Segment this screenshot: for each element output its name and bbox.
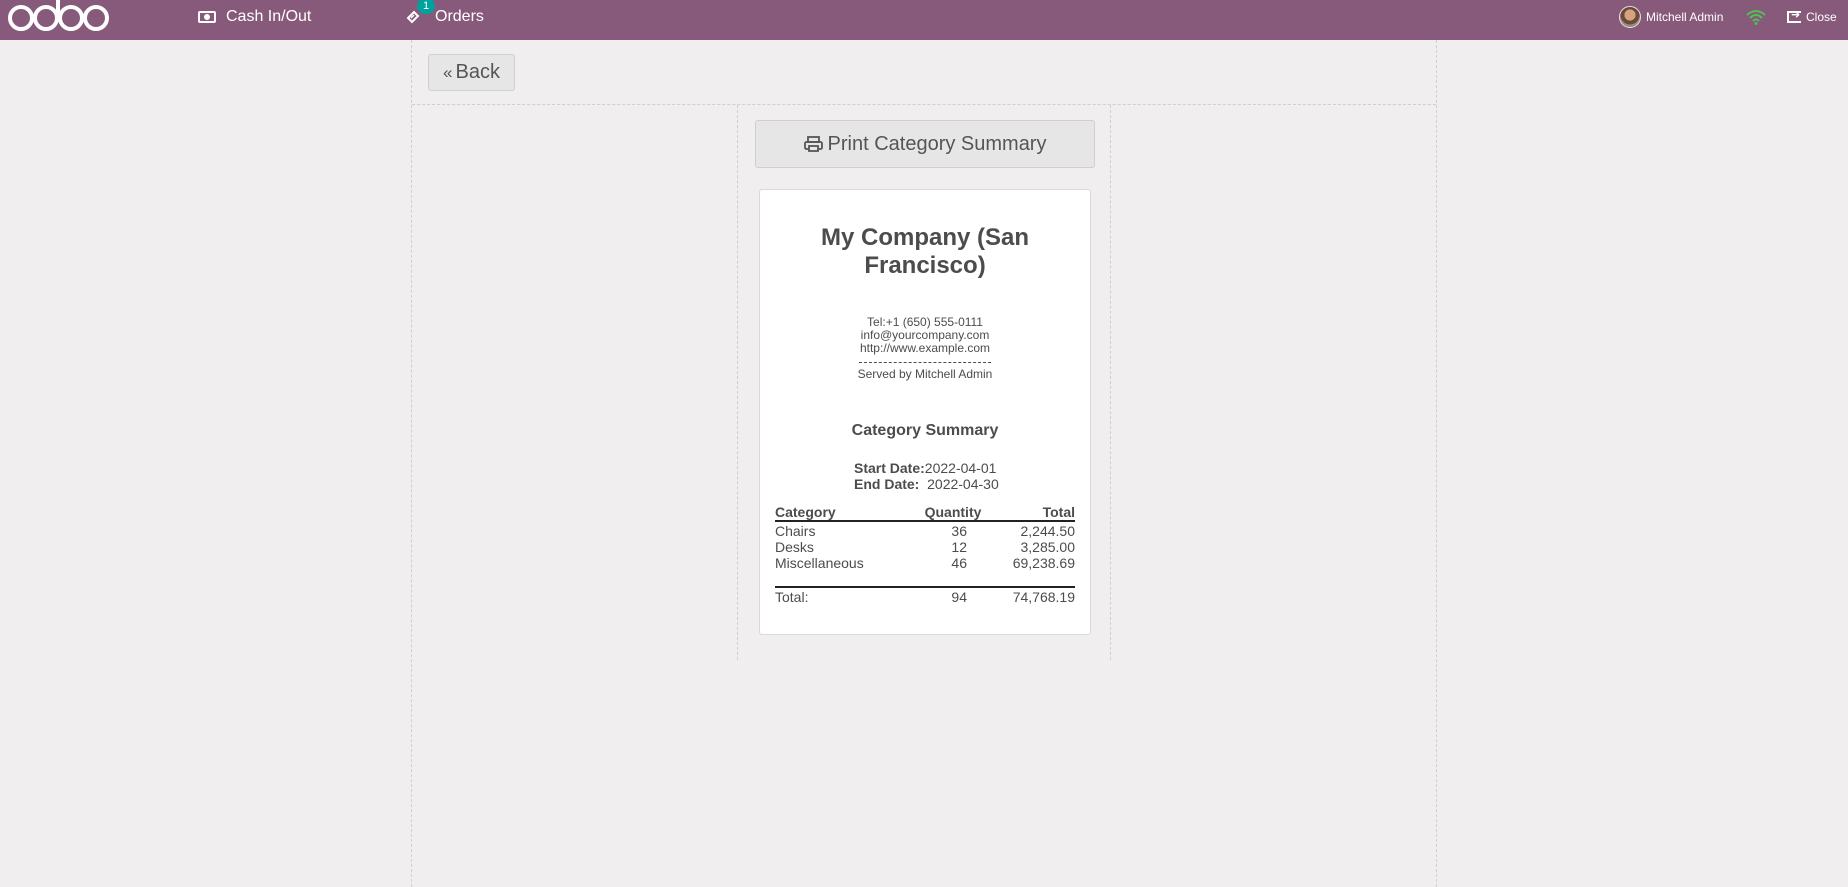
summary-title: Category Summary [851,422,999,439]
print-category-summary-button[interactable]: Print Category Summary [755,120,1095,168]
row-quantity: 46 [951,555,967,571]
back-label: Back [455,61,500,83]
sign-out-icon [1787,8,1801,23]
row-category: Desks [775,539,814,555]
served-by: Served by Mitchell Admin [857,367,993,381]
column-header-quantity: Quantity [924,504,982,520]
row-total: 3,285.00 [1020,539,1076,555]
category-summary-receipt: My Company (San Francisco) Tel:+1 (650) … [759,189,1091,635]
date-range: Start Date:2022-04-01 End Date: 2022-04-… [854,460,999,492]
table-total-row: Total: 94 74,768.19 [775,586,1075,605]
column-header-category: Category [775,504,836,520]
start-date-value: 2022-04-01 [924,460,997,476]
report-screen: « Back Print Category Summary My Company… [411,40,1437,887]
printer-icon [803,136,823,152]
top-navbar: Cash In/Out 1 Orders Mitchell Admin Clos… [0,0,1848,40]
odoo-logo [8,0,109,35]
close-button[interactable]: Close [1787,0,1837,34]
cash-in-out-label: Cash In/Out [226,8,312,25]
column-header-total: Total [1042,504,1075,520]
double-chevron-left-icon: « [443,62,453,82]
category-table: Category Quantity Total Chairs 36 2,244.… [775,504,1075,605]
ticket-icon: 1 [405,0,435,25]
wifi-icon [1746,0,1766,34]
end-date-value: 2022-04-30 [927,476,999,492]
end-date-label: End Date: [854,476,920,492]
row-total: 69,238.69 [1012,555,1075,571]
company-name: My Company (San Francisco) [820,224,1030,279]
row-quantity: 12 [951,539,967,555]
orders-button[interactable]: 1 Orders [405,0,484,34]
total-label: Total: [775,589,809,605]
print-label: Print Category Summary [827,132,1047,155]
total-amount: 74,768.19 [1012,589,1075,605]
company-contact: Tel:+1 (650) 555-0111 info@yourcompany.c… [760,316,1090,381]
row-category: Chairs [775,523,816,539]
total-quantity: 94 [951,589,967,605]
table-row: Chairs 36 2,244.50 [775,523,1075,539]
orders-label: Orders [435,8,484,25]
money-icon [198,11,216,23]
table-row: Desks 12 3,285.00 [775,539,1075,555]
company-website: http://www.example.com [859,341,991,355]
row-quantity: 36 [951,523,967,539]
user-menu[interactable]: Mitchell Admin [1619,0,1723,34]
receipt-column: Print Category Summary My Company (San F… [737,105,1111,660]
control-bar: « Back [412,40,1436,105]
close-label: Close [1806,10,1837,24]
user-name: Mitchell Admin [1646,10,1724,24]
table-row: Miscellaneous 46 69,238.69 [775,555,1075,571]
start-date-label: Start Date: [854,460,925,476]
table-header: Category Quantity Total [775,504,1075,522]
row-category: Miscellaneous [775,555,864,571]
dashed-separator [859,362,991,364]
avatar [1619,6,1641,28]
cash-in-out-button[interactable]: Cash In/Out [198,0,311,34]
orders-count-badge: 1 [417,0,435,14]
row-total: 2,244.50 [1020,523,1076,539]
back-button[interactable]: « Back [428,54,515,91]
